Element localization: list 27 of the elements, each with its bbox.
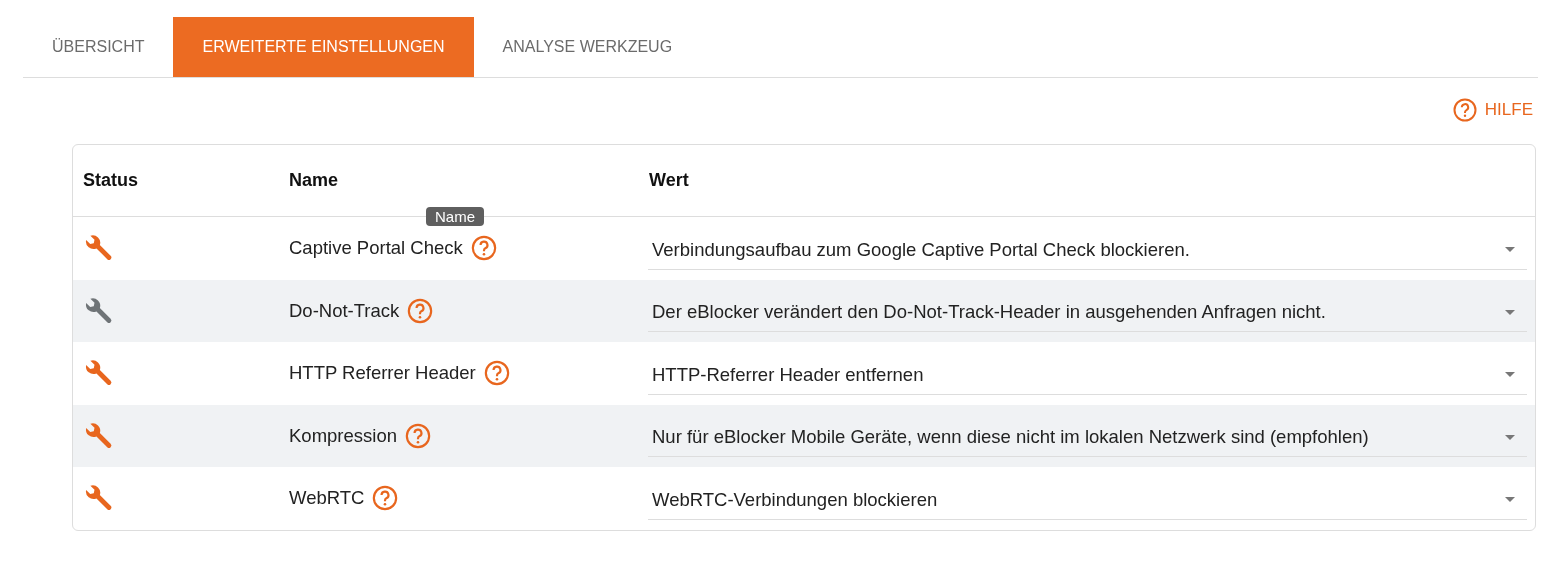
tab[interactable]: ANALYSE WERKZEUG [473,17,702,77]
tooltip: Name [426,207,484,227]
caret-icon [1505,309,1515,315]
value-dropdown[interactable]: Der eBlocker verändert den Do-Not-Track-Header in ausgehenden Anfragen nicht. [648,295,1527,333]
value-dropdown[interactable]: WebRTC-Verbindungen blockieren [648,482,1527,520]
caret-icon [1505,247,1515,253]
column-header: Wert [649,170,689,190]
caret-icon [1505,434,1515,440]
help-icon[interactable] [470,235,497,262]
caret-icon [1505,372,1515,378]
help-icon [1452,98,1477,122]
setting-name: Do-Not-Track [289,299,400,322]
column-header: Status [83,170,138,191]
help-icon[interactable] [372,485,399,512]
setting-name: HTTP Referrer Header [289,362,476,385]
column-header: Name [289,170,339,190]
setting-name: Kompression [289,424,397,447]
help-icon[interactable] [404,422,431,449]
setting-name: WebRTC [289,487,365,510]
setting-name: Captive Portal Check [289,237,463,260]
value-dropdown[interactable]: HTTP-Referrer Header entfernen [648,357,1527,395]
help-icon[interactable] [407,297,434,324]
tab[interactable]: ÜBERSICHT [23,17,174,77]
help-icon[interactable] [483,360,510,387]
value-dropdown[interactable]: Nur für eBlocker Mobile Geräte, wenn diese nicht im lokalen Netzwerk sind (empfohlen) [648,420,1527,458]
value-dropdown[interactable]: Verbindungsaufbau zum Google Captive Portal Check blockieren. [648,232,1527,270]
caret-icon [1505,497,1515,503]
